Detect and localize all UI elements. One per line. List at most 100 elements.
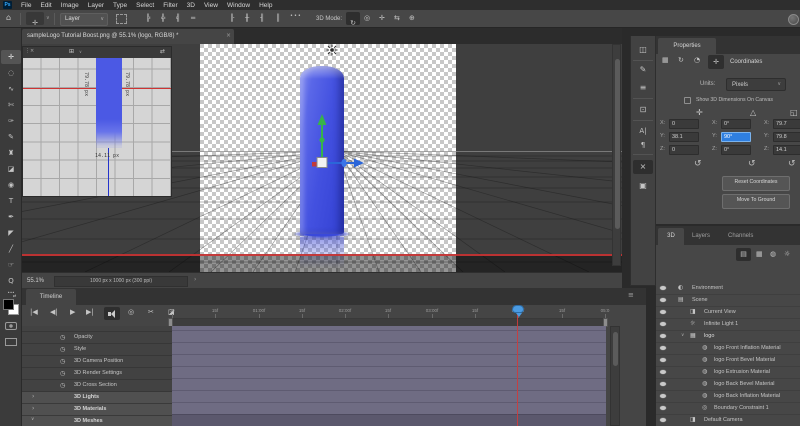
distribute-left-icon[interactable]: ╟	[230, 15, 234, 22]
marquee-tool-icon[interactable]: ◌	[0, 70, 22, 77]
visibility-eye-icon[interactable]	[660, 382, 666, 386]
audio-mute-button[interactable]	[104, 307, 120, 320]
rotation-z-field[interactable]: 0°	[721, 145, 751, 155]
panel-menu-icon[interactable]: ≡	[628, 292, 634, 299]
visibility-eye-icon[interactable]	[660, 406, 666, 410]
tab-layers[interactable]: Layers	[692, 233, 710, 239]
menu-type[interactable]: Type	[113, 2, 127, 9]
scale-z-field[interactable]: 14.1	[773, 145, 800, 155]
eyedropper-tool-icon[interactable]: ✑	[0, 118, 22, 125]
lasso-tool-icon[interactable]: ∿	[0, 86, 22, 93]
tab-timeline[interactable]: Timeline	[26, 289, 76, 305]
secondary-view[interactable]: ⋮ × ⊞ ∨ ⇄ 79.78 px 79.78 px 14.11 px	[22, 46, 172, 197]
stopwatch-icon[interactable]: ◷	[60, 383, 65, 389]
menu-select[interactable]: Select	[136, 2, 154, 9]
account-icon[interactable]	[788, 14, 799, 25]
tab-properties[interactable]: Properties	[658, 38, 716, 54]
visibility-eye-icon[interactable]	[660, 298, 666, 302]
pen-tool-icon[interactable]: ✒	[0, 214, 22, 221]
3d-roll-mode-icon[interactable]: ◎	[364, 15, 370, 22]
shape-tool-icon[interactable]: ╱	[0, 246, 22, 253]
align-edges-icon[interactable]: ═	[191, 15, 195, 22]
menu-image[interactable]: Image	[61, 2, 79, 9]
track-row-3d-render-settings[interactable]: ◷ 3D Render Settings	[22, 368, 172, 380]
auto-select-dropdown[interactable]: Layer ∨	[60, 13, 108, 26]
zoom-tool-icon[interactable]: Q	[0, 278, 22, 285]
clone-source-panel-icon[interactable]: ⊡	[631, 106, 655, 114]
stopwatch-icon[interactable]: ◷	[60, 359, 65, 365]
move-tool-icon[interactable]: ✛	[0, 54, 22, 61]
filter-materials-icon[interactable]: ◍	[770, 251, 776, 258]
position-y-field[interactable]: 38.1	[669, 132, 699, 142]
menu-layer[interactable]: Layer	[88, 2, 104, 9]
group-row-3d-materials[interactable]: › 3D Materials	[22, 404, 172, 416]
canvas-viewport[interactable]: ⋮ × ⊞ ∨ ⇄ 79.78 px 79.78 px 14.11 px	[22, 44, 622, 272]
deform-properties-icon[interactable]: ↻	[678, 57, 684, 64]
reset-coordinates-button[interactable]: Reset Coordinates	[722, 176, 790, 191]
zoom-level[interactable]: 55.1%	[27, 278, 44, 284]
rotation-y-field-selected[interactable]: 90°	[721, 132, 751, 142]
menu-3d[interactable]: 3D	[187, 2, 195, 9]
home-icon[interactable]: ⌂	[6, 14, 11, 22]
show-3d-dimensions-checkbox[interactable]	[684, 97, 691, 104]
eraser-tool-icon[interactable]: ◪	[0, 166, 22, 173]
timeline-tracks-area[interactable]	[172, 326, 606, 426]
track-row-opacity[interactable]: ◷ Opacity	[22, 332, 172, 344]
crop-tool-icon[interactable]: ✄	[0, 102, 22, 109]
position-z-field[interactable]: 0	[669, 145, 699, 155]
group-row-3d-meshes[interactable]: ∨ 3D Meshes	[22, 416, 172, 426]
chevron-down-icon[interactable]: ∨	[79, 50, 82, 54]
reset-position-icon[interactable]: ↺	[694, 160, 702, 169]
filter-lights-icon[interactable]: ☼	[784, 251, 790, 258]
paragraph-panel-icon[interactable]: ¶	[631, 142, 655, 149]
path-select-tool-icon[interactable]: ◤	[0, 230, 22, 237]
menu-view[interactable]: View	[204, 2, 218, 9]
playhead-marker[interactable]	[512, 305, 524, 313]
menu-help[interactable]: Help	[259, 2, 272, 9]
move-to-ground-button[interactable]: Move To Ground	[722, 194, 790, 209]
3d-move-gizmo[interactable]	[292, 106, 382, 201]
tab-channels[interactable]: Channels	[728, 233, 753, 239]
previous-frame-icon[interactable]: ◀|	[50, 309, 58, 316]
close-icon[interactable]: ×	[30, 49, 34, 54]
canvas-vertical-scrollbar[interactable]	[612, 44, 621, 266]
align-left-icon[interactable]: ╠	[146, 15, 150, 22]
brushes-panel-icon[interactable]: ≡	[631, 84, 655, 92]
chevron-expanded-icon[interactable]: ∨	[681, 334, 684, 339]
visibility-eye-icon[interactable]	[660, 322, 666, 326]
clone-stamp-tool-icon[interactable]: ♜	[0, 150, 22, 157]
render-settings-icon[interactable]: ◎	[128, 309, 134, 316]
screen-mode-icon[interactable]	[5, 338, 17, 346]
align-right-icon[interactable]: ╣	[176, 15, 180, 22]
rotation-x-field[interactable]: 0°	[721, 119, 751, 129]
position-x-field[interactable]: 0	[669, 119, 699, 129]
quick-mask-icon[interactable]	[5, 322, 17, 330]
track-row-style[interactable]: ◷ Style	[22, 344, 172, 356]
distribute-right-icon[interactable]: ╢	[260, 15, 264, 22]
document-tab[interactable]: sampleLogo Tutorial Boost.png @ 55.1% (l…	[22, 29, 234, 44]
view-select-icon[interactable]: ⊞	[69, 49, 74, 55]
type-tool-icon[interactable]: T	[0, 198, 22, 205]
move-tool-option-button[interactable]: ✛	[26, 12, 44, 25]
next-frame-icon[interactable]: ▶|	[86, 309, 94, 316]
swap-colors-icon[interactable]: ⇄	[13, 294, 16, 298]
align-center-icon[interactable]: ╬	[161, 15, 165, 22]
work-area-bar[interactable]	[172, 319, 606, 326]
visibility-eye-icon[interactable]	[660, 346, 666, 350]
chevron-collapsed-icon[interactable]: ›	[32, 406, 34, 412]
chevron-expanded-icon[interactable]: ∨	[31, 418, 34, 423]
list-item-default-camera[interactable]: ◨ Default Camera	[656, 414, 800, 426]
menu-file[interactable]: File	[21, 2, 31, 9]
coordinates-properties-button[interactable]: ✛	[708, 55, 724, 69]
stopwatch-icon[interactable]: ◷	[60, 335, 65, 341]
3d-orbit-mode-button[interactable]: ↻	[346, 12, 360, 25]
foreground-color-swatch[interactable]	[3, 299, 14, 310]
status-chevron-icon[interactable]: ›	[194, 277, 196, 283]
split-clip-icon[interactable]: ✂	[148, 309, 154, 316]
stopwatch-icon[interactable]: ◷	[60, 371, 65, 377]
histogram-panel-icon[interactable]: ◫	[631, 46, 655, 54]
tab-3d[interactable]: 3D	[658, 228, 684, 245]
visibility-eye-icon[interactable]	[660, 370, 666, 374]
menu-window[interactable]: Window	[227, 2, 250, 9]
filter-whole-scene-button[interactable]: ▤	[736, 248, 751, 261]
